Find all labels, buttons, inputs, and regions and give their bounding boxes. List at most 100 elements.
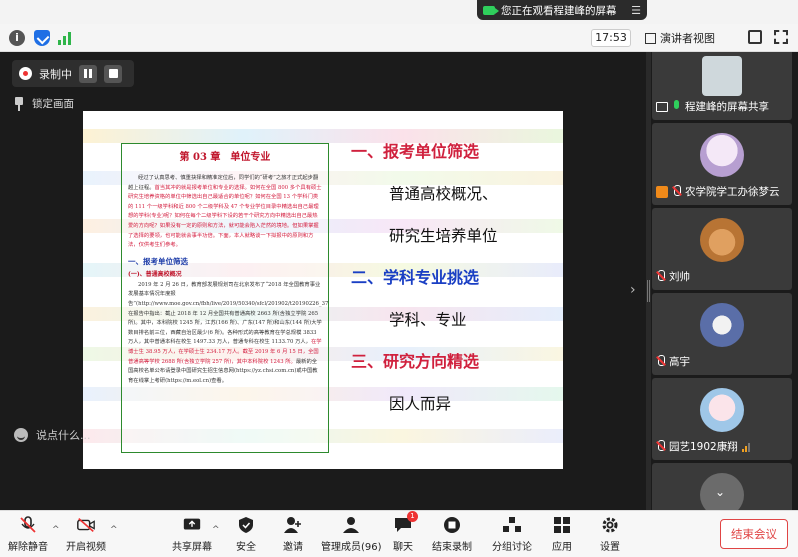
settings-label: 设置 — [600, 542, 620, 553]
participant-tile[interactable]: 农学院学工办徐梦云 — [652, 123, 792, 205]
participant-tile[interactable]: 刘帅 — [652, 208, 792, 290]
chapter-title: 第 03 章 单位专业 — [179, 152, 271, 163]
participant-label: 程建峰的屏幕共享 — [656, 99, 769, 114]
share-screen-button[interactable]: 共享屏幕 — [172, 516, 212, 553]
lock-view-button[interactable]: 锁定画面 — [14, 96, 74, 111]
doc-paragraph: 经过了认真思考、慎重抉择和精准定位后，同学们的“研考”之旅才正式起步翻越上征程。… — [128, 175, 322, 249]
participant-tile[interactable]: 高宇 — [652, 293, 792, 375]
settings-button[interactable]: 设置 — [600, 516, 620, 553]
participant-tile[interactable]: 园艺1902康翔 — [652, 378, 792, 460]
pin-icon — [14, 96, 24, 111]
outline-subitem: 研究生培养单位 — [389, 227, 498, 245]
chat-badge: 1 — [407, 511, 418, 522]
chat-button[interactable]: 1 聊天 — [393, 511, 418, 553]
cartoon-shark-avatar — [700, 303, 744, 347]
screen-share-icon — [656, 101, 668, 112]
share-screen-icon — [183, 518, 201, 530]
outline-subitem: 学科、专业 — [389, 311, 467, 329]
participant-panel: 程建峰的屏幕共享 农学院学工办徐梦云 刘帅 高宇 园艺1902康翔 ⌄ — [651, 52, 798, 510]
chat-label: 聊天 — [393, 542, 413, 553]
breakout-icon — [503, 517, 521, 532]
grid-icon — [645, 32, 656, 44]
weak-network-icon — [741, 442, 750, 452]
fit-window-icon[interactable] — [748, 30, 762, 44]
speaker-view-label: 演讲者视图 — [660, 32, 715, 45]
banner-text: 您正在观看程建峰的屏幕 — [501, 4, 617, 17]
chevron-up-icon[interactable]: ^ — [52, 525, 60, 535]
outline-heading: 二、学科专业挑选 — [351, 268, 480, 287]
chat-input-box[interactable]: 说点什么... — [14, 424, 126, 446]
unmute-label: 解除静音 — [8, 542, 48, 553]
book-page-excerpt: 第 03 章 单位专业 经过了认真思考、慎重抉择和精准定位后，同学们的“研考”之… — [121, 143, 329, 453]
outline-heading: 三、研究方向精选 — [351, 352, 480, 371]
breakout-rooms-button[interactable]: 分组讨论 — [492, 516, 532, 553]
outline-subitem: 普通高校概况、 — [389, 185, 498, 203]
pause-recording-button[interactable] — [79, 64, 97, 83]
lock-view-label: 锁定画面 — [32, 98, 74, 110]
security-label: 安全 — [236, 542, 256, 553]
resize-grip-icon[interactable] — [647, 280, 650, 302]
participant-name: 园艺1902康翔 — [669, 441, 738, 453]
apps-icon — [554, 517, 570, 533]
cloud-record-icon — [19, 67, 32, 80]
recording-label: 录制中 — [39, 67, 72, 81]
presentation-slide: 第 03 章 单位专业 经过了认真思考、慎重抉择和精准定位后，同学们的“研考”之… — [83, 111, 563, 469]
meeting-clock: 17:53 — [591, 29, 631, 47]
bear-avatar — [700, 218, 744, 262]
camera-off-icon — [77, 518, 95, 532]
chevron-right-icon[interactable]: › — [630, 282, 636, 298]
participant-tile[interactable]: ⌄ — [652, 463, 792, 510]
start-video-button[interactable]: 开启视频 — [66, 516, 106, 553]
participant-label: 刘帅 — [656, 269, 690, 284]
participant-name: 高宇 — [669, 356, 690, 368]
stop-recording-button[interactable]: 结束录制 — [432, 516, 472, 553]
participant-name: 程建峰的屏幕共享 — [685, 101, 769, 113]
hamburger-icon[interactable]: ☰ — [631, 4, 641, 17]
add-user-icon — [284, 517, 301, 533]
mic-muted-icon — [20, 516, 36, 533]
participant-label: 园艺1902康翔 — [656, 439, 750, 454]
host-user-icon — [656, 185, 668, 198]
chat-icon: 1 — [393, 511, 418, 534]
slide-outline: 一、报考单位筛选 普通高校概况、 研究生培养单位 二、学科专业挑选 学科、专业 三、研究方… — [351, 141, 551, 415]
chevron-up-icon[interactable]: ^ — [212, 525, 220, 535]
stop-recording-button[interactable] — [104, 64, 122, 83]
doc-paragraph: 2019 年 2 月 26 日，教育部发展规划司在北京发布了“2018 年全国教… — [128, 281, 329, 384]
mic-muted-icon — [656, 270, 665, 283]
stop-record-icon — [444, 517, 460, 533]
invite-button[interactable]: 邀请 — [283, 516, 303, 553]
chevron-up-icon[interactable]: ^ — [110, 525, 118, 535]
outline-subitem: 因人而异 — [389, 395, 452, 413]
participant-name: 农学院学工办徐梦云 — [685, 186, 780, 198]
mic-muted-icon — [656, 355, 665, 368]
camera-icon — [483, 5, 499, 15]
meeting-toolbar: i 17:53 演讲者视图 — [0, 24, 798, 52]
members-icon — [343, 517, 360, 533]
start-video-label: 开启视频 — [66, 542, 106, 553]
participant-tile[interactable]: 程建峰的屏幕共享 — [652, 52, 792, 120]
doc-subsection-heading: (一)、普通高校概况 — [128, 270, 182, 278]
gear-icon — [602, 517, 618, 533]
shared-screen-area: 录制中 锁定画面 第 03 章 单位专业 经过了认真思考、慎重抉择和精准定位后，… — [0, 52, 646, 510]
security-button[interactable]: 安全 — [236, 516, 256, 553]
fullscreen-icon[interactable] — [774, 30, 788, 44]
breakout-label: 分组讨论 — [492, 542, 532, 553]
chevron-down-icon[interactable]: ⌄ — [715, 485, 725, 499]
participant-label: 农学院学工办徐梦云 — [656, 184, 780, 199]
info-icon[interactable]: i — [9, 30, 25, 46]
screen-share-banner: 您正在观看程建峰的屏幕 ☰ — [477, 0, 647, 20]
emoji-icon[interactable] — [14, 428, 28, 442]
doc-section-heading: 一、报考单位筛选 — [128, 256, 188, 266]
manage-members-button[interactable]: 管理成员(96) — [321, 516, 382, 553]
network-signal-icon[interactable] — [58, 29, 74, 45]
participant-label: 高宇 — [656, 354, 690, 369]
participant-name: 刘帅 — [669, 271, 690, 283]
unmute-button[interactable]: 解除静音 — [8, 516, 48, 553]
end-meeting-button[interactable]: 结束会议 — [720, 519, 788, 549]
security-shield-icon[interactable] — [34, 30, 50, 46]
apps-button[interactable]: 应用 — [552, 516, 572, 553]
speaker-view-button[interactable]: 演讲者视图 — [641, 29, 719, 47]
mic-muted-icon — [672, 185, 681, 198]
anime-girl-avatar — [700, 133, 744, 177]
window-top-strip — [0, 0, 798, 24]
